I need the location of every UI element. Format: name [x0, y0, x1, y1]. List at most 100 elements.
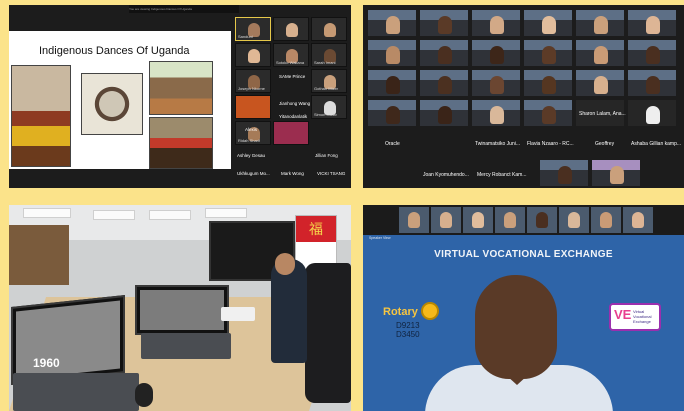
participant-tile[interactable] [235, 43, 271, 67]
gallery-tile[interactable] [419, 99, 469, 127]
participant-name: Flavia Nzaaro - RC... [527, 141, 574, 147]
office-chair [305, 263, 351, 403]
laptop-right [135, 285, 229, 335]
gallery-tile[interactable] [471, 9, 521, 37]
laptop-right-keyboard [141, 333, 231, 359]
vve-logo-text: Virtual Vocational Exchange [633, 309, 652, 324]
slide-title: Indigenous Dances Of Uganda [39, 45, 190, 57]
gallery-tile[interactable] [539, 159, 589, 187]
participant-tile[interactable]: Sanduni [235, 17, 271, 41]
participant-strip [363, 205, 684, 235]
participant-name: Ukhkugum Mo... [237, 171, 270, 176]
participant-name: VICKI TSANG [317, 171, 346, 176]
gallery-tile[interactable] [523, 99, 573, 127]
speaker-view-label: Speaker View [369, 236, 391, 240]
laptop-left-keyboard [13, 373, 139, 411]
gallery-tile[interactable] [367, 69, 417, 97]
participant-tile[interactable]: Gothan Mizer [311, 69, 347, 93]
gallery-tile[interactable] [367, 99, 417, 127]
gallery-tile[interactable] [575, 69, 625, 97]
participant-tile[interactable]: Sarah Imani [311, 43, 347, 67]
calendar-glyph: 福 [296, 216, 336, 242]
screen-year: 1960 [33, 356, 60, 370]
participant-name: Oracle [385, 141, 400, 147]
participant-name: SAMe Prince [279, 74, 306, 79]
participant-name: Alexis [245, 127, 258, 132]
participant-tile[interactable] [235, 95, 271, 119]
ceiling-light [23, 208, 71, 218]
participant-name: Mercy Robanct Kam... [477, 172, 527, 178]
zoom-screenshare-panel: You are viewing Indigenous Dances Of Uga… [9, 5, 351, 188]
dance-photo-3 [149, 61, 213, 115]
tissue-box [221, 307, 255, 321]
vve-logo-letters: VE [614, 307, 632, 322]
share-notice-text: You are viewing Indigenous Dances Of Uga… [129, 7, 192, 11]
dance-photo-1 [11, 65, 71, 167]
participant-tile[interactable]: Ridah Sharif [235, 121, 271, 145]
gallery-tile[interactable] [627, 69, 677, 97]
dance-photo-2 [81, 73, 143, 135]
participant-name: Joan Kyomuhendo... [423, 172, 469, 178]
gallery-tile[interactable] [419, 39, 469, 67]
rotary-wheel-icon [421, 302, 439, 320]
gallery-tile[interactable] [523, 39, 573, 67]
gallery-tile[interactable] [591, 159, 641, 187]
participant-name: Geoffrey [595, 141, 615, 147]
participant-name: Jianhong Wang [279, 101, 311, 106]
event-title: VIRTUAL VOCATIONAL EXCHANGE [434, 249, 613, 260]
participant-tile[interactable]: Simon Masiv [311, 95, 347, 119]
strip-tile[interactable] [591, 207, 621, 233]
participant-name: Ashley Gesau [237, 153, 266, 158]
gallery-tile[interactable] [523, 9, 573, 37]
district-label: D9213 [396, 321, 420, 330]
ceiling-light [93, 210, 135, 220]
gallery-tile[interactable] [471, 39, 521, 67]
participant-name: Mark Wong [281, 171, 304, 176]
strip-tile[interactable] [399, 207, 429, 233]
district-label: D3450 [396, 330, 420, 339]
strip-tile[interactable] [431, 207, 461, 233]
participant-name: Sharon Lalam, Ana... [579, 111, 626, 117]
presenter-panel: Speaker View VIRTUAL VOCATIONAL EXCHANGE… [363, 205, 684, 411]
participant-tile[interactable]: Joseph Nkorne [235, 69, 271, 93]
gallery-tile[interactable] [419, 69, 469, 97]
gallery-tile[interactable] [627, 99, 677, 127]
wooden-wall [9, 225, 69, 285]
participant-name: Jillian Fong [315, 153, 338, 158]
strip-tile[interactable] [623, 207, 653, 233]
gallery-tile[interactable] [575, 39, 625, 67]
gallery-tile[interactable] [627, 39, 677, 67]
participant-tile[interactable] [311, 17, 347, 41]
participant-tile[interactable]: Sotoko Wakana [273, 43, 309, 67]
strip-tile[interactable] [463, 207, 493, 233]
gallery-tile[interactable] [367, 9, 417, 37]
shared-slide: Indigenous Dances Of Uganda [9, 31, 231, 169]
gallery-grid: Sharon Lalam, Ana... Oracle Twinamatsiko… [367, 9, 682, 187]
office-photo-panel: 福 1960 [9, 205, 351, 411]
gallery-tile[interactable] [471, 69, 521, 97]
laptop-left [11, 295, 125, 385]
seated-person [271, 259, 307, 363]
participant-tile[interactable] [273, 17, 309, 41]
ceiling-light [205, 208, 247, 218]
participant-name: Ashaba Gillian kamp... [631, 141, 682, 147]
vve-logo: VE Virtual Vocational Exchange [609, 303, 661, 331]
gallery-tile[interactable] [523, 69, 573, 97]
ceiling-light [149, 210, 191, 220]
gallery-tile[interactable] [627, 9, 677, 37]
speaker-face [475, 275, 557, 379]
participant-name: Yitanodanlatik [279, 114, 308, 119]
strip-tile[interactable] [495, 207, 525, 233]
share-notice-bar: You are viewing Indigenous Dances Of Uga… [129, 5, 239, 13]
dance-photo-4 [149, 117, 213, 169]
strip-tile[interactable] [527, 207, 557, 233]
rotary-wordmark: Rotary [383, 306, 418, 318]
gallery-tile[interactable] [575, 9, 625, 37]
zoom-gallery-panel: Sharon Lalam, Ana... Oracle Twinamatsiko… [363, 5, 684, 188]
gallery-tile[interactable] [367, 39, 417, 67]
gallery-tile[interactable] [419, 9, 469, 37]
gallery-tile[interactable] [471, 99, 521, 127]
strip-tile[interactable] [559, 207, 589, 233]
participant-tile[interactable] [273, 121, 309, 145]
person-head [275, 253, 295, 275]
